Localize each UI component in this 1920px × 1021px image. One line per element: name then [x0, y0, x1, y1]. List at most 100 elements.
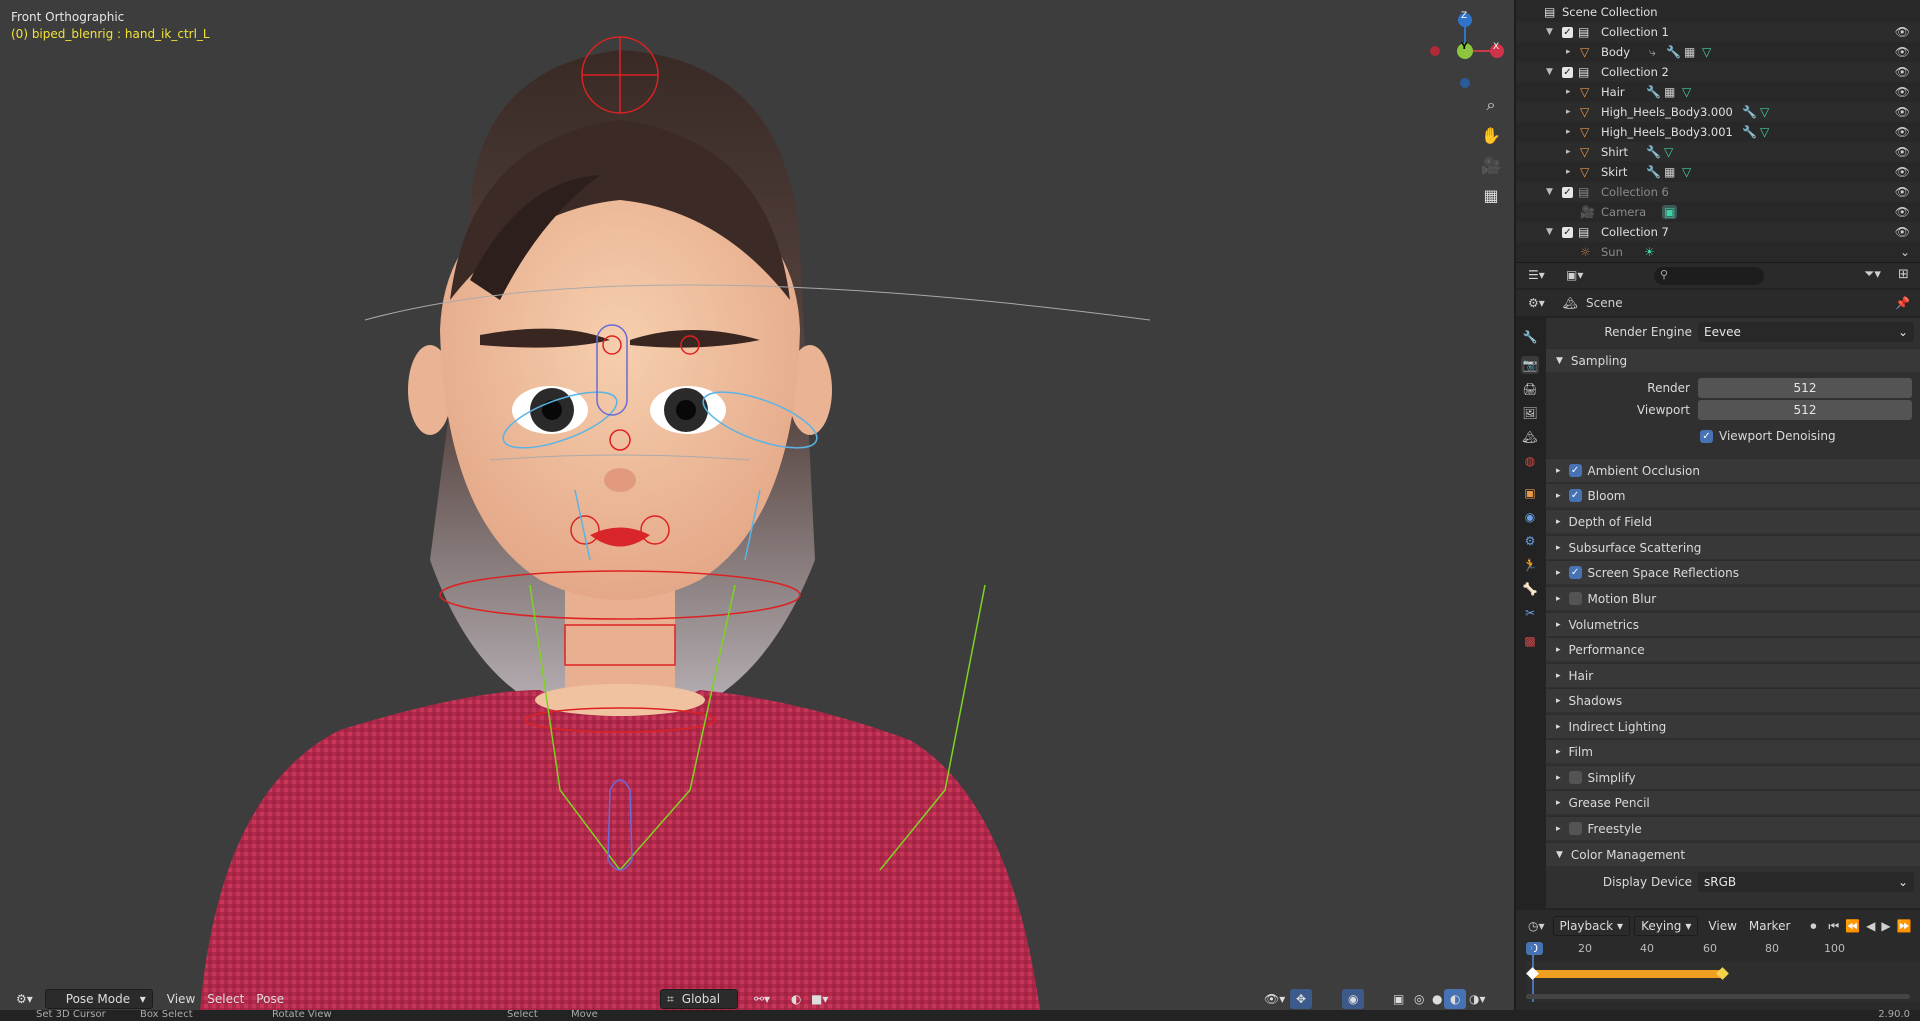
pivot-icon[interactable]: ⚯▾ [748, 989, 776, 1009]
section-color-management[interactable]: ▼ Color Management [1546, 842, 1920, 866]
menu-view[interactable]: View [161, 989, 201, 1009]
outliner-row[interactable]: ▸ ▽ Shirt 🔧 ▽ 👁 [1516, 142, 1920, 162]
outliner-row[interactable]: ▸ ▽ Hair 🔧 ▦ ▽ 👁 [1516, 82, 1920, 102]
constraint-tab-icon[interactable]: 🦴 [1521, 580, 1539, 598]
simplify-checkbox[interactable] [1568, 771, 1582, 784]
eye-icon[interactable]: 👁 [1895, 165, 1910, 179]
section-depth-of-field[interactable]: ▸ Depth of Field [1546, 509, 1920, 533]
eye-icon[interactable]: 👁 [1895, 65, 1910, 79]
section-film[interactable]: ▸ Film [1546, 739, 1920, 763]
section-subsurface-scattering[interactable]: ▸ Subsurface Scattering [1546, 535, 1920, 559]
expand-triangle-icon[interactable]: ▸ [1566, 127, 1571, 137]
editor-type-button[interactable]: ⚙▾ [10, 989, 39, 1009]
expand-triangle-icon[interactable]: ▼ [1546, 27, 1553, 37]
gizmo-toggle-icon[interactable]: ✥ [1290, 989, 1313, 1009]
expand-triangle-icon[interactable]: ▸ [1566, 47, 1571, 57]
section-freestyle[interactable]: ▸ Freestyle [1546, 816, 1920, 840]
zoom-icon[interactable]: ⌕ [1478, 92, 1504, 118]
exclude-checkbox[interactable]: ✓ [1562, 186, 1573, 198]
expand-triangle-icon[interactable]: ▼ [1546, 187, 1553, 197]
outliner-root[interactable]: ▤ Scene Collection [1516, 2, 1920, 22]
render-samples-field[interactable]: 512 [1698, 378, 1912, 398]
play-reverse-icon[interactable]: ◀ [1866, 919, 1875, 933]
expand-triangle-icon[interactable]: ▼ [1546, 67, 1553, 77]
data-tab-icon[interactable]: ✂ [1521, 604, 1539, 622]
section-motion-blur[interactable]: ▸ Motion Blur [1546, 586, 1920, 610]
visibility-icon[interactable]: 👁▾ [1258, 989, 1291, 1009]
freestyle-checkbox[interactable] [1568, 822, 1582, 835]
exclude-checkbox[interactable]: ✓ [1562, 26, 1573, 38]
3d-viewport[interactable]: Front Orthographic (0) biped_blenrig : h… [0, 0, 1514, 1010]
next-key-icon[interactable]: ⏩ [1897, 919, 1912, 933]
tool-tab-icon[interactable]: 🔧 [1521, 328, 1539, 346]
outliner-row[interactable]: ▼ ✓ ▤ Collection 7 👁 [1516, 222, 1920, 242]
timeline-scrollbar[interactable] [1526, 994, 1910, 999]
modifier-tab-icon[interactable]: ◉ [1521, 508, 1539, 526]
outliner-row[interactable]: ▼ ✓ ▤ Collection 2 👁 [1516, 62, 1920, 82]
frame-ruler[interactable]: 0 20 40 60 80 100 [1526, 942, 1920, 960]
eye-icon[interactable]: 👁 [1895, 105, 1910, 119]
play-icon[interactable]: ▶ [1881, 919, 1890, 933]
filter-icon[interactable]: ⏷▾ [1864, 267, 1881, 282]
chevron-down-icon[interactable]: ⌄ [1900, 245, 1910, 259]
hand-icon[interactable]: ✋ [1478, 122, 1504, 148]
eye-icon[interactable]: 👁 [1895, 205, 1910, 219]
sampling-header[interactable]: ▼ Sampling [1546, 348, 1920, 372]
eye-icon[interactable]: 👁 [1895, 85, 1910, 99]
display-device-select[interactable]: sRGB ⌄ [1698, 872, 1914, 892]
prev-key-icon[interactable]: ⏪ [1845, 919, 1860, 933]
xray-icon[interactable]: ▣ [1387, 989, 1410, 1009]
editor-type-icon[interactable]: ⚙▾ [1528, 296, 1545, 310]
search-input[interactable]: ⚲ [1654, 267, 1764, 285]
expand-triangle-icon[interactable]: ▸ [1566, 147, 1571, 157]
render-tab-icon[interactable]: 📷 [1521, 356, 1539, 374]
expand-triangle-icon[interactable]: ▸ [1566, 107, 1571, 117]
eye-icon[interactable]: 👁 [1895, 25, 1910, 39]
viewport-denoising-checkbox[interactable]: ✓ [1700, 429, 1713, 443]
record-icon[interactable]: ⏺ [1810, 919, 1816, 934]
section-volumetrics[interactable]: ▸ Volumetrics [1546, 612, 1920, 636]
world-tab-icon[interactable]: ◍ [1521, 452, 1539, 470]
ambient-occlusion-checkbox[interactable]: ✓ [1568, 464, 1582, 477]
overlay-toggle-icon[interactable]: ◉ [1342, 989, 1365, 1009]
section-grease-pencil[interactable]: ▸ Grease Pencil [1546, 790, 1920, 814]
section-performance[interactable]: ▸ Performance [1546, 637, 1920, 661]
navigation-gizmo[interactable]: Z Y X [1415, 8, 1511, 88]
pin-icon[interactable]: 📌 [1895, 296, 1910, 310]
marker-menu[interactable]: Marker [1743, 916, 1796, 936]
section-bloom[interactable]: ▸ ✓ Bloom [1546, 483, 1920, 507]
outliner-row[interactable]: 🎥 Camera ▣ 👁 [1516, 202, 1920, 222]
exclude-checkbox[interactable]: ✓ [1562, 66, 1573, 78]
shading-rendered-icon[interactable]: ◑▾ [1463, 989, 1492, 1009]
section-hair[interactable]: ▸ Hair [1546, 663, 1920, 687]
motion-blur-checkbox[interactable] [1568, 592, 1582, 605]
eye-icon[interactable]: 👁 [1895, 185, 1910, 199]
grid-icon[interactable]: ▦ [1478, 182, 1504, 208]
section-shadows[interactable]: ▸ Shadows [1546, 688, 1920, 712]
section-indirect-lighting[interactable]: ▸ Indirect Lighting [1546, 714, 1920, 738]
outliner-row[interactable]: ▸ ▽ Body ⤷ 🔧 ▦ ▽ 👁 [1516, 42, 1920, 62]
outliner-row[interactable]: ▸ ▽ High_Heels_Body3.001 🔧 ▽ 👁 [1516, 122, 1920, 142]
outliner-row[interactable]: ▼ ✓ ▤ Collection 1 👁 [1516, 22, 1920, 42]
ssr-checkbox[interactable]: ✓ [1568, 566, 1582, 579]
mode-select[interactable]: Pose Mode ▾ [44, 989, 153, 1009]
outliner-row[interactable]: ▸ ▽ High_Heels_Body3.000 🔧 ▽ 👁 [1516, 102, 1920, 122]
playback-menu[interactable]: Playback ▾ [1552, 916, 1631, 936]
new-collection-icon[interactable]: ⊞ [1898, 267, 1909, 282]
object-tab-icon[interactable]: ▣ [1521, 484, 1539, 502]
eye-icon[interactable]: 👁 [1895, 45, 1910, 59]
outliner[interactable]: ▤ Scene Collection ▼ ✓ ▤ Collection 1 👁 … [1516, 0, 1920, 262]
expand-triangle-icon[interactable]: ▸ [1566, 87, 1571, 97]
exclude-checkbox[interactable]: ✓ [1562, 226, 1573, 238]
menu-pose[interactable]: Pose [250, 989, 290, 1009]
viewport-denoising-row[interactable]: ✓ Viewport Denoising [1546, 424, 1920, 448]
timeline[interactable]: ◷▾ Playback ▾ Keying ▾ View Marker ⏺ ⏮ ⏪ ◀… [1516, 910, 1920, 1010]
keying-menu[interactable]: Keying ▾ [1634, 916, 1699, 936]
jump-start-icon[interactable]: ⏮ [1828, 919, 1839, 934]
proportional-edit-icon[interactable]: ■▾ [805, 989, 834, 1009]
transform-orientation-select[interactable]: ⌗ Global [660, 989, 738, 1009]
render-engine-select[interactable]: Eevee ⌄ [1698, 322, 1914, 342]
eye-icon[interactable]: 👁 [1895, 145, 1910, 159]
outliner-row[interactable]: ▼ ✓ ▤ Collection 6 👁 [1516, 182, 1920, 202]
section-simplify[interactable]: ▸ Simplify [1546, 765, 1920, 789]
